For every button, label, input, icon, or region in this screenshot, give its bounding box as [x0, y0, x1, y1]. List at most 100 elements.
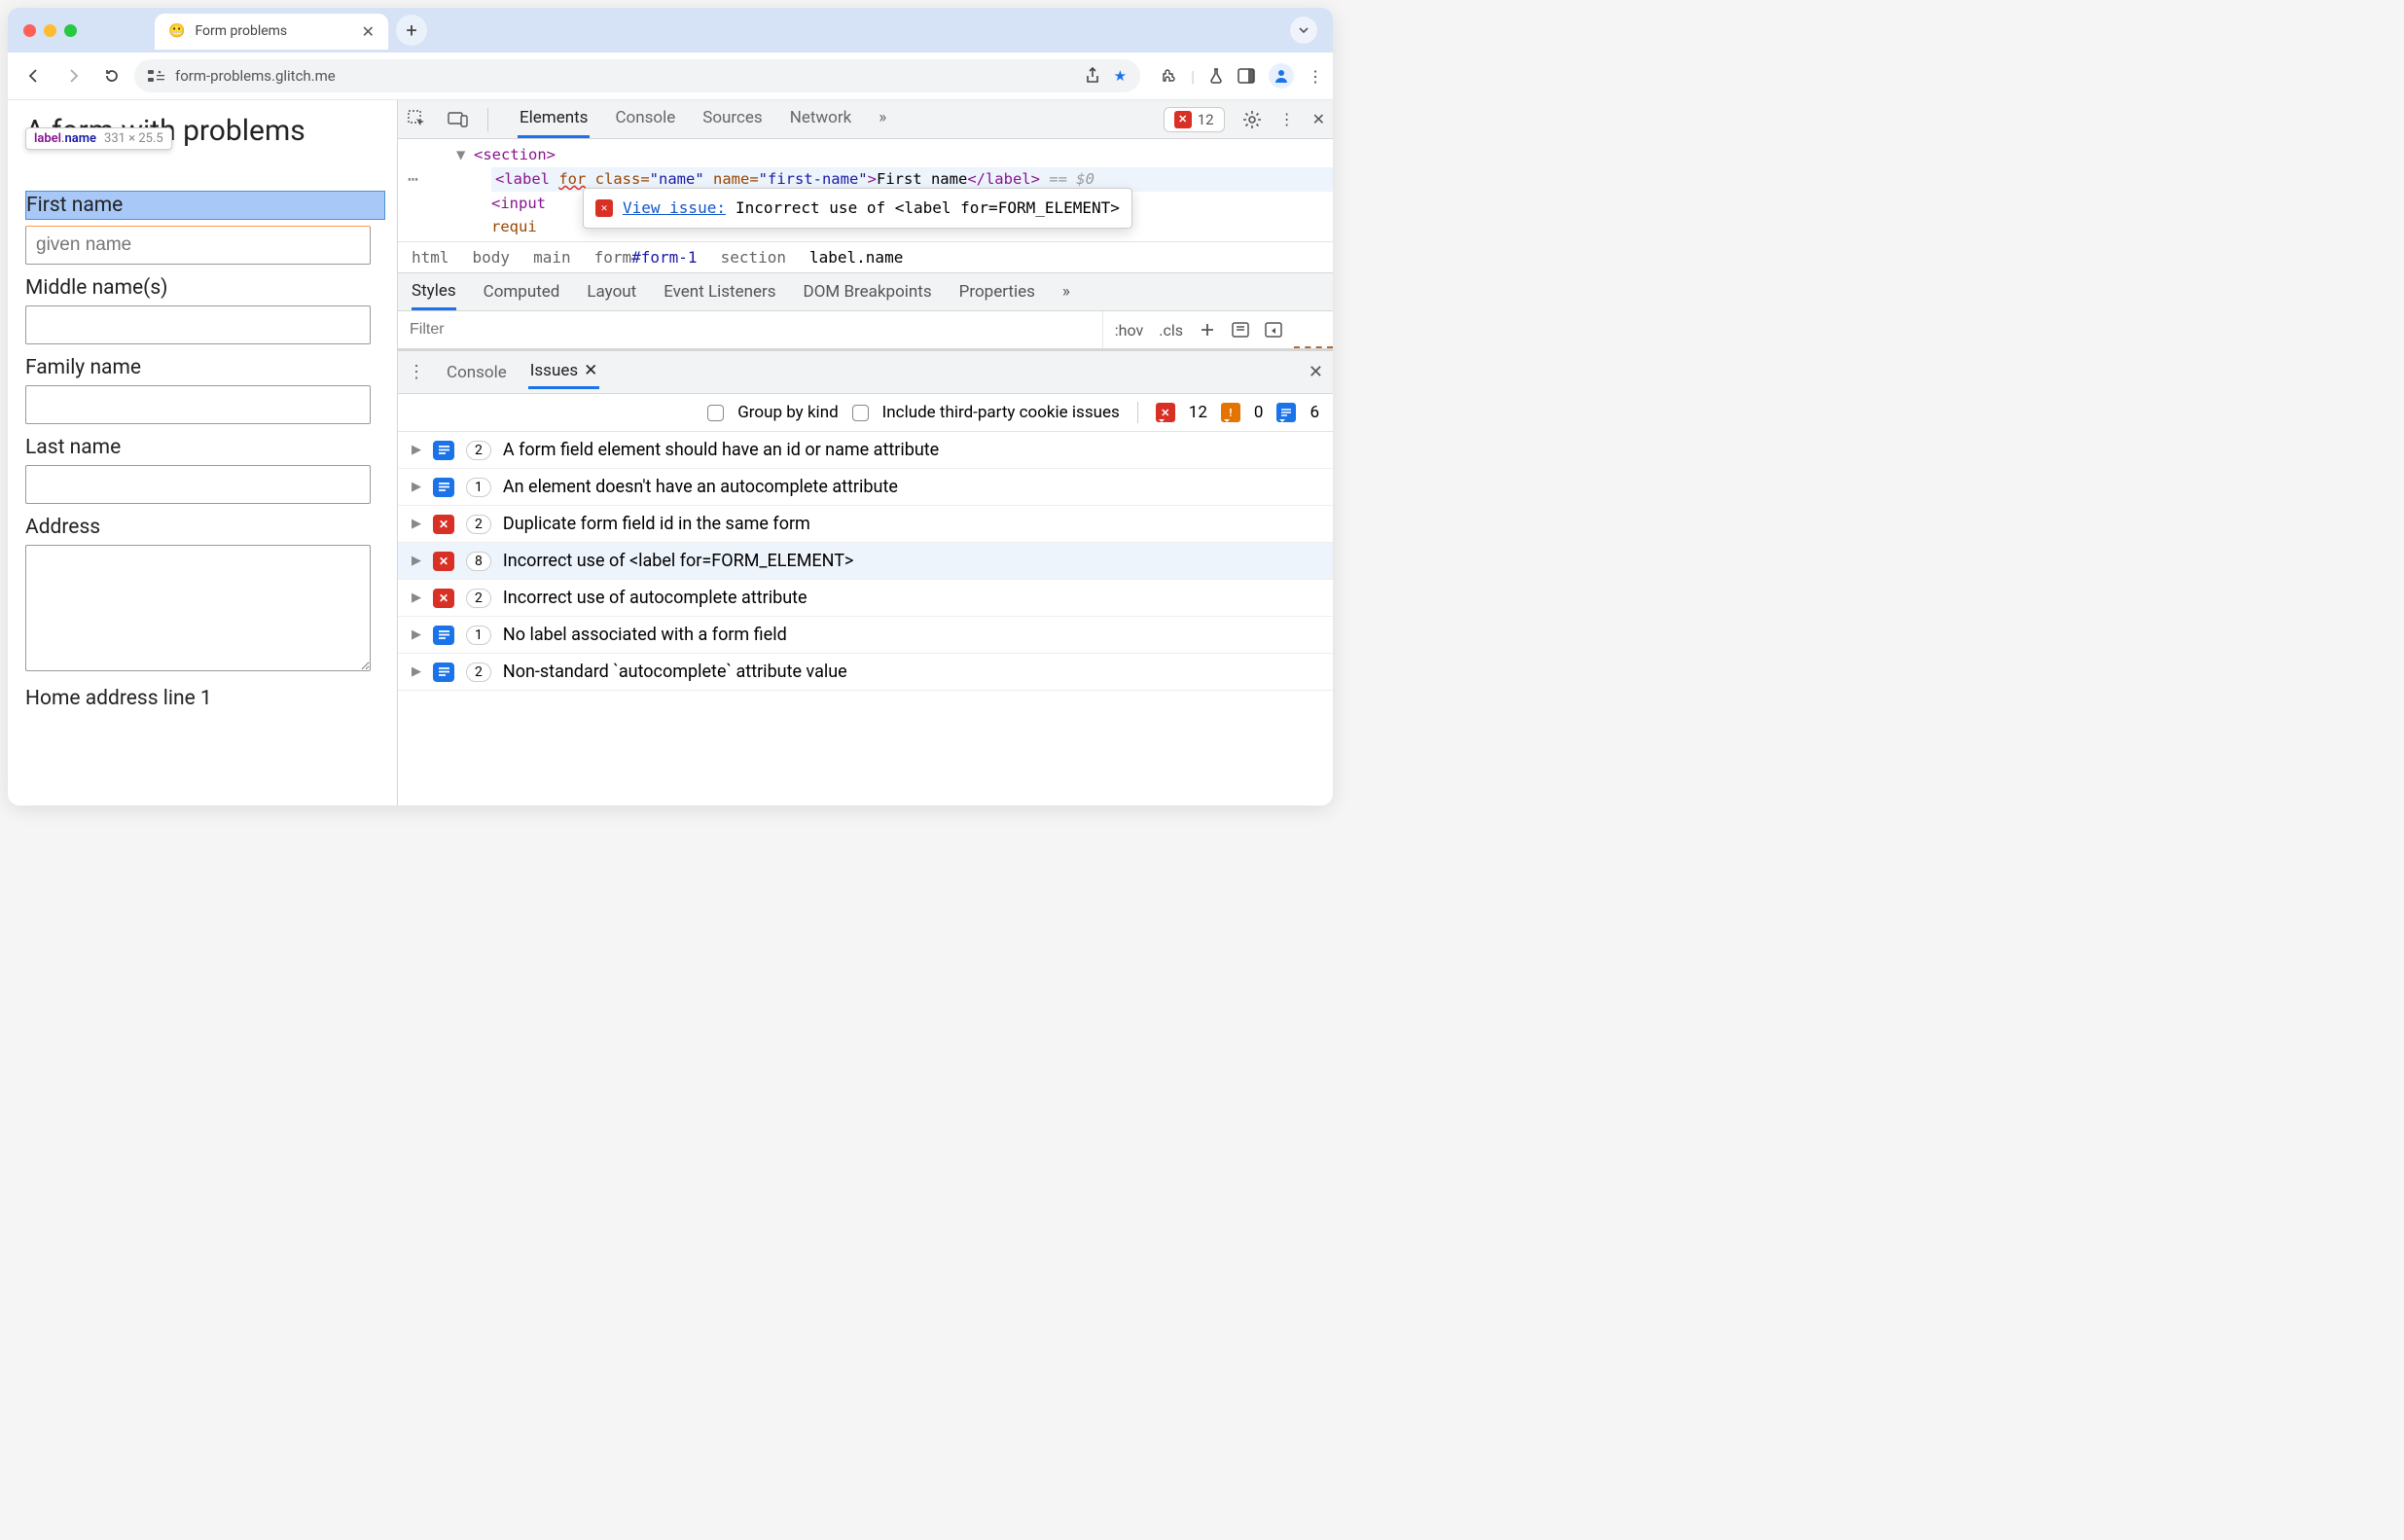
tab-sources[interactable]: Sources: [700, 100, 764, 138]
computed-toggle-icon[interactable]: [1232, 322, 1249, 338]
expand-caret-icon[interactable]: ▶: [412, 664, 421, 679]
expand-caret-icon[interactable]: ▶: [412, 517, 421, 531]
close-drawer-icon[interactable]: ✕: [1309, 362, 1323, 382]
errors-badge[interactable]: ✕ 12: [1164, 107, 1225, 132]
breadcrumb-html[interactable]: html: [412, 248, 449, 267]
issue-severity-icon: ✕: [433, 552, 454, 571]
dom-tree[interactable]: ▼ ⋯ <section> <label for class="name" na…: [398, 139, 1333, 241]
label-first-name: First name: [25, 191, 385, 220]
subtabs-overflow-icon[interactable]: »: [1062, 275, 1070, 308]
minimize-window-icon[interactable]: [44, 24, 56, 37]
issue-text: Incorrect use of autocomplete attribute: [503, 588, 807, 608]
devtools-menu-icon[interactable]: ⋮: [1279, 110, 1295, 128]
devtools: Elements Console Sources Network » ✕ 12 …: [397, 100, 1333, 806]
pane-layout-icon[interactable]: [1265, 322, 1282, 338]
chrome-menu-icon[interactable]: ⋮: [1308, 67, 1323, 86]
forward-button[interactable]: [56, 59, 90, 92]
issue-text: A form field element should have an id o…: [503, 440, 939, 460]
checkbox-group-by-kind[interactable]: [707, 405, 724, 421]
issue-count-badge: 2: [466, 663, 491, 682]
label-group-by-kind: Group by kind: [737, 403, 838, 422]
close-window-icon[interactable]: [23, 24, 36, 37]
inspect-element-icon[interactable]: [406, 108, 429, 131]
breadcrumb-main[interactable]: main: [533, 248, 571, 267]
input-first-name[interactable]: [25, 226, 371, 265]
tab-elements[interactable]: Elements: [518, 100, 590, 138]
textarea-address[interactable]: [25, 545, 371, 671]
back-button[interactable]: [18, 59, 51, 92]
issue-row[interactable]: ▶✕8Incorrect use of <label for=FORM_ELEM…: [398, 543, 1333, 580]
close-issues-tab-icon[interactable]: ✕: [584, 361, 597, 380]
labs-icon[interactable]: [1208, 67, 1224, 85]
breadcrumb-form[interactable]: form#form-1: [594, 248, 698, 267]
error-icon: ✕: [1174, 111, 1192, 128]
issue-row[interactable]: ▶2A form field element should have an id…: [398, 432, 1333, 469]
close-tab-icon[interactable]: ✕: [362, 22, 375, 41]
toolbar: form-problems.glitch.me ★ | ⋮: [8, 53, 1333, 99]
tab-network[interactable]: Network: [788, 100, 854, 138]
styles-filter-input[interactable]: [398, 313, 1102, 346]
input-middle-names[interactable]: [25, 305, 371, 344]
issue-count-badge: 8: [466, 552, 491, 571]
collapsed-dots-icon[interactable]: ⋯: [408, 166, 419, 195]
breadcrumb-label[interactable]: label.name: [809, 248, 903, 267]
issue-row[interactable]: ▶✕2Duplicate form field id in the same f…: [398, 506, 1333, 543]
new-tab-button[interactable]: +: [396, 15, 427, 46]
split-handle[interactable]: [1294, 346, 1333, 348]
tabs-overflow-icon[interactable]: »: [877, 100, 888, 138]
expand-caret-icon[interactable]: ▶: [412, 627, 421, 642]
expand-caret-icon[interactable]: ▶: [412, 480, 421, 494]
issue-count-badge: 1: [466, 626, 491, 645]
device-toolbar-icon[interactable]: [447, 108, 470, 131]
tab-console[interactable]: Console: [613, 100, 677, 138]
profile-avatar-icon[interactable]: [1269, 63, 1294, 89]
hov-toggle[interactable]: :hov: [1115, 321, 1143, 340]
checkbox-include-3p[interactable]: [852, 405, 869, 421]
issue-row[interactable]: ▶ 2 Non-standard `autocomplete` attribute …: [398, 654, 1333, 691]
issue-text: An element doesn't have an autocomplete …: [503, 477, 898, 497]
issue-text: Duplicate form field id in the same form: [503, 514, 810, 534]
subtab-computed[interactable]: Computed: [484, 275, 560, 308]
view-issue-link[interactable]: View issue:: [623, 196, 726, 221]
extensions-icon[interactable]: [1160, 67, 1177, 85]
browser-tab[interactable]: 😬 Form problems ✕: [155, 14, 388, 50]
drawer-tab-issues[interactable]: Issues ✕: [528, 355, 600, 389]
breadcrumb-section[interactable]: section: [721, 248, 786, 267]
issue-row[interactable]: ▶✕2Incorrect use of autocomplete attribu…: [398, 580, 1333, 617]
subtab-layout[interactable]: Layout: [587, 275, 636, 308]
issue-row[interactable]: ▶1No label associated with a form field: [398, 617, 1333, 654]
drawer-tab-console[interactable]: Console: [445, 357, 509, 388]
issue-row[interactable]: ▶1An element doesn't have an autocomplet…: [398, 469, 1333, 506]
label-address: Address: [25, 516, 385, 539]
bookmark-star-icon[interactable]: ★: [1114, 67, 1127, 85]
dom-node-section[interactable]: <section>: [474, 146, 556, 163]
subtab-event-listeners[interactable]: Event Listeners: [664, 275, 775, 308]
issue-text: Non-standard `autocomplete` attribute va…: [503, 662, 847, 682]
address-bar[interactable]: form-problems.glitch.me ★: [134, 59, 1140, 92]
url-text: form-problems.glitch.me: [175, 67, 336, 85]
subtab-styles[interactable]: Styles: [412, 274, 456, 310]
subtab-properties[interactable]: Properties: [959, 275, 1035, 308]
breadcrumb-body[interactable]: body: [473, 248, 511, 267]
devtools-toolbar: Elements Console Sources Network » ✕ 12 …: [398, 100, 1333, 139]
share-icon[interactable]: [1085, 67, 1100, 85]
reload-button[interactable]: [95, 59, 128, 92]
sidepanel-icon[interactable]: [1238, 68, 1255, 84]
tab-overflow-button[interactable]: [1290, 17, 1317, 44]
dom-breadcrumb[interactable]: html body main form#form-1 section label…: [398, 241, 1333, 272]
input-last-name[interactable]: [25, 465, 371, 504]
label-family-name: Family name: [25, 356, 385, 379]
input-family-name[interactable]: [25, 385, 371, 424]
site-settings-icon[interactable]: [148, 69, 165, 83]
expand-caret-icon[interactable]: ▶: [412, 554, 421, 568]
settings-gear-icon[interactable]: [1242, 110, 1262, 129]
close-devtools-icon[interactable]: ✕: [1312, 110, 1325, 128]
expand-caret-icon[interactable]: ▶: [412, 443, 421, 457]
drawer-menu-icon[interactable]: ⋮: [408, 362, 425, 382]
new-style-rule-icon[interactable]: [1199, 321, 1216, 339]
cls-toggle[interactable]: .cls: [1159, 321, 1183, 340]
subtab-dom-breakpoints[interactable]: DOM Breakpoints: [804, 275, 932, 308]
maximize-window-icon[interactable]: [64, 24, 77, 37]
page-content: A form with problems label.name 331 × 25…: [8, 100, 397, 806]
expand-caret-icon[interactable]: ▶: [412, 591, 421, 605]
